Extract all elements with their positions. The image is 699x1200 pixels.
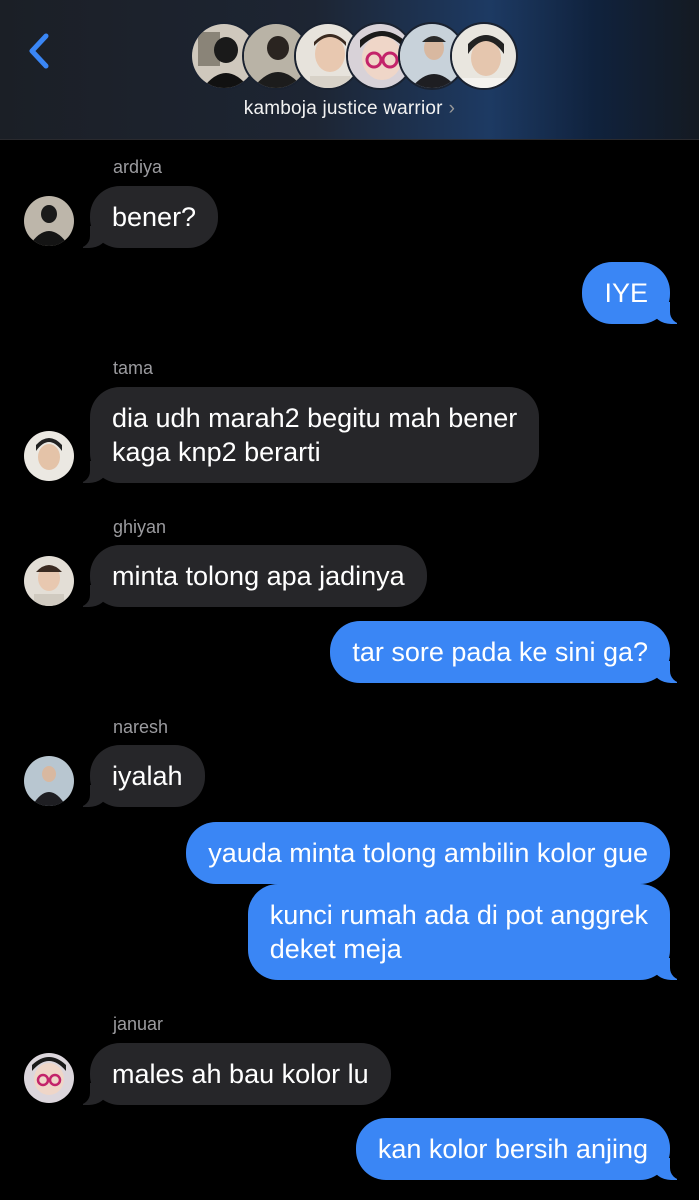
avatar[interactable] (24, 756, 74, 806)
outgoing-message[interactable]: tar sore pada ke sini ga? (330, 621, 686, 683)
outgoing-message[interactable]: kan kolor bersih anjing (355, 1118, 687, 1180)
outgoing-message[interactable]: yauda minta tolong ambilin kolor gue (186, 822, 670, 884)
conversation-header: kamboja justice warrior › (0, 0, 699, 140)
message-text: tar sore pada ke sini ga? (352, 637, 648, 667)
message-text: minta tolong apa jadinya (112, 561, 405, 591)
incoming-message[interactable]: dia udh marah2 begitu mah bener kaga knp… (73, 387, 540, 483)
avatar[interactable] (24, 196, 74, 246)
chevron-right-icon: › (448, 98, 456, 119)
message-text-line: dia udh marah2 begitu mah bener (112, 403, 518, 433)
avatar[interactable] (24, 431, 74, 481)
member-avatar (450, 22, 518, 90)
group-name-button[interactable]: kamboja justice warrior › (0, 98, 699, 120)
group-name: kamboja justice warrior (243, 98, 443, 119)
incoming-message[interactable]: bener? (73, 186, 219, 248)
message-text-line: kunci rumah ada di pot anggrek (269, 900, 648, 930)
sender-name: ghiyan (113, 517, 167, 537)
message-text: bener? (112, 202, 197, 232)
back-button[interactable] (22, 28, 62, 74)
incoming-message[interactable]: minta tolong apa jadinya (74, 545, 427, 607)
message-text-line: deket meja (269, 934, 402, 964)
message-text: IYE (604, 278, 648, 308)
message-text: yauda minta tolong ambilin kolor gue (208, 838, 648, 868)
message-text: males ah bau kolor lu (112, 1059, 369, 1089)
sender-name: naresh (113, 717, 169, 737)
group-avatars[interactable] (190, 22, 518, 92)
outgoing-message[interactable]: kunci rumah ada di pot anggrek deket mej… (247, 884, 687, 980)
sender-name: januar (113, 1014, 164, 1034)
sender-name: tama (113, 358, 154, 378)
outgoing-message[interactable]: IYE (582, 262, 686, 324)
message-text-line: kaga knp2 berarti (112, 437, 321, 467)
message-text: kan kolor bersih anjing (377, 1134, 648, 1164)
message-text: iyalah (112, 761, 183, 791)
avatar[interactable] (24, 556, 74, 606)
avatar[interactable] (24, 1053, 74, 1103)
chevron-left-icon (29, 33, 49, 69)
incoming-message[interactable]: males ah bau kolor lu (74, 1043, 391, 1105)
sender-name: ardiya (113, 157, 163, 177)
incoming-message[interactable]: iyalah (74, 745, 205, 807)
